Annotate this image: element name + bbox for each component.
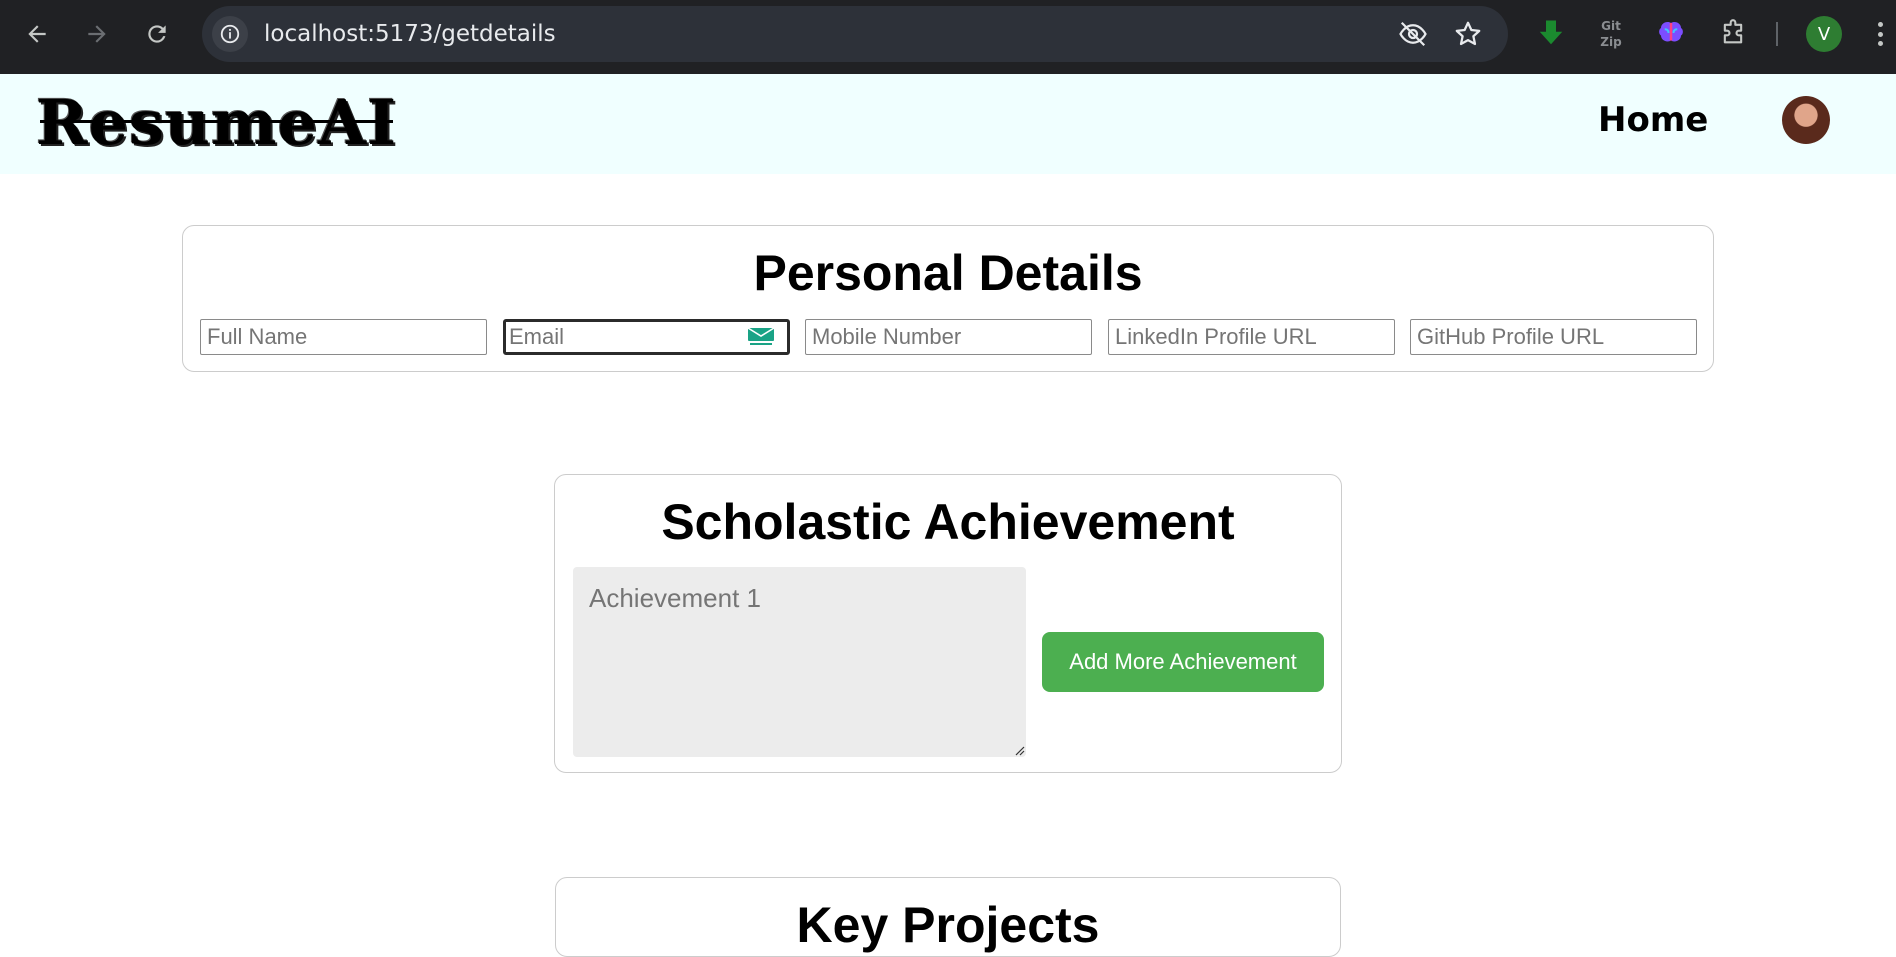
personal-details-card: Personal Details bbox=[182, 225, 1714, 372]
logo[interactable]: ResumeAI bbox=[36, 86, 397, 159]
brain-extension-icon[interactable] bbox=[1654, 16, 1688, 50]
add-more-achievement-button[interactable]: Add More Achievement bbox=[1042, 632, 1324, 692]
back-button[interactable] bbox=[15, 12, 59, 56]
achievement-textarea[interactable] bbox=[573, 567, 1026, 757]
github-url-input[interactable] bbox=[1410, 319, 1697, 355]
reload-icon bbox=[148, 25, 166, 43]
resize-grip-icon[interactable] bbox=[1013, 744, 1025, 756]
key-projects-title: Key Projects bbox=[796, 897, 1100, 953]
svg-text:Zip: Zip bbox=[1600, 35, 1622, 49]
key-projects-card: Key Projects bbox=[555, 877, 1341, 957]
personal-details-title: Personal Details bbox=[753, 245, 1143, 301]
more-menu-icon[interactable] bbox=[1870, 18, 1890, 50]
reload-button[interactable] bbox=[135, 12, 179, 56]
nav-home-link[interactable]: Home bbox=[1598, 100, 1708, 140]
scholastic-achievement-card: Scholastic Achievement Add More Achievem… bbox=[554, 474, 1342, 773]
url-text: localhost:5173/getdetails bbox=[264, 21, 556, 47]
linkedin-url-input[interactable] bbox=[1108, 319, 1395, 355]
star-icon[interactable] bbox=[1453, 19, 1483, 49]
gitzip-icon[interactable]: Git Zip bbox=[1594, 16, 1628, 50]
user-avatar[interactable] bbox=[1782, 96, 1830, 144]
full-name-input[interactable] bbox=[200, 319, 487, 355]
browser-toolbar: localhost:5173/getdetails Git Zip V bbox=[0, 0, 1896, 74]
eye-off-icon[interactable] bbox=[1398, 19, 1428, 49]
site-info-icon[interactable] bbox=[212, 16, 248, 52]
svg-text:Git: Git bbox=[1601, 19, 1621, 33]
puzzle-extensions-icon[interactable] bbox=[1716, 16, 1750, 50]
browser-profile-avatar[interactable]: V bbox=[1806, 16, 1842, 52]
toolbar-divider bbox=[1776, 22, 1778, 46]
app-header: ResumeAI Home bbox=[0, 74, 1896, 174]
scholastic-achievement-title: Scholastic Achievement bbox=[661, 494, 1235, 550]
address-bar[interactable]: localhost:5173/getdetails bbox=[202, 6, 1508, 62]
tempmail-icon[interactable] bbox=[747, 327, 777, 347]
download-extension-icon[interactable] bbox=[1534, 16, 1568, 50]
forward-arrow-icon bbox=[88, 25, 106, 43]
back-arrow-icon bbox=[28, 25, 46, 43]
mobile-number-input[interactable] bbox=[805, 319, 1092, 355]
forward-button[interactable] bbox=[75, 12, 119, 56]
